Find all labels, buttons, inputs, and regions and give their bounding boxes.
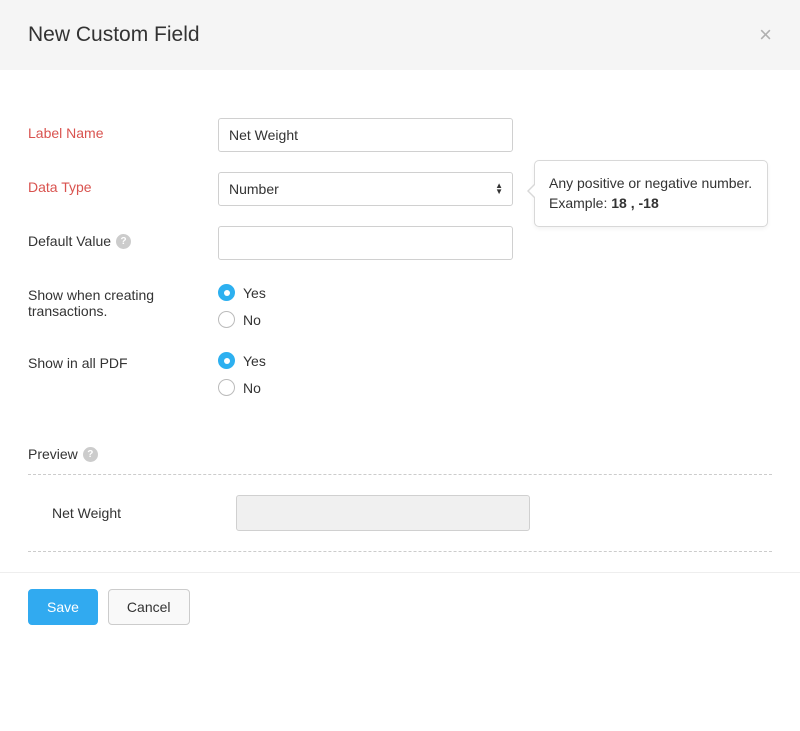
input-default-value[interactable] [218, 226, 513, 260]
preview-title: Preview [28, 446, 78, 462]
preview-field-label: Net Weight [48, 505, 236, 521]
radio-show-pdf-no[interactable]: No [218, 379, 513, 396]
modal-title: New Custom Field [28, 23, 200, 47]
radio-show-pdf-yes[interactable]: Yes [218, 352, 513, 369]
modal-header: New Custom Field × [0, 0, 800, 70]
preview-header: Preview ? [28, 446, 772, 462]
radio-label: Yes [243, 353, 266, 369]
row-default-value: Default Value ? [28, 226, 772, 260]
radio-label: No [243, 312, 261, 328]
label-default-value-text: Default Value [28, 233, 111, 249]
radio-icon [218, 379, 235, 396]
preview-section: Preview ? Net Weight [28, 446, 772, 552]
row-label-name: Label Name [28, 118, 772, 152]
preview-field-input [236, 495, 530, 531]
preview-box: Net Weight [28, 474, 772, 552]
label-label-name: Label Name [28, 118, 218, 141]
tooltip-example: 18 , -18 [611, 195, 658, 211]
select-data-type[interactable]: Number [218, 172, 513, 206]
row-show-transactions: Show when creating transactions. Yes No [28, 280, 772, 328]
label-show-pdf: Show in all PDF [28, 348, 218, 371]
label-show-transactions: Show when creating transactions. [28, 280, 218, 319]
radio-label: Yes [243, 285, 266, 301]
cancel-button[interactable]: Cancel [108, 589, 190, 625]
radio-show-transactions-yes[interactable]: Yes [218, 284, 513, 301]
input-label-name[interactable] [218, 118, 513, 152]
save-button[interactable]: Save [28, 589, 98, 625]
radio-icon [218, 311, 235, 328]
row-show-pdf: Show in all PDF Yes No [28, 348, 772, 396]
radio-label: No [243, 380, 261, 396]
help-icon[interactable]: ? [83, 447, 98, 462]
label-default-value: Default Value ? [28, 226, 218, 249]
form-content: Label Name Data Type Number ▲▼ Any posit… [0, 70, 800, 572]
help-icon[interactable]: ? [116, 234, 131, 249]
close-icon[interactable]: × [759, 22, 772, 48]
tooltip-data-type: Any positive or negative number. Example… [534, 160, 768, 227]
modal-footer: Save Cancel [0, 572, 800, 641]
radio-icon [218, 352, 235, 369]
radio-icon [218, 284, 235, 301]
label-data-type: Data Type [28, 172, 218, 195]
radio-show-transactions-no[interactable]: No [218, 311, 513, 328]
